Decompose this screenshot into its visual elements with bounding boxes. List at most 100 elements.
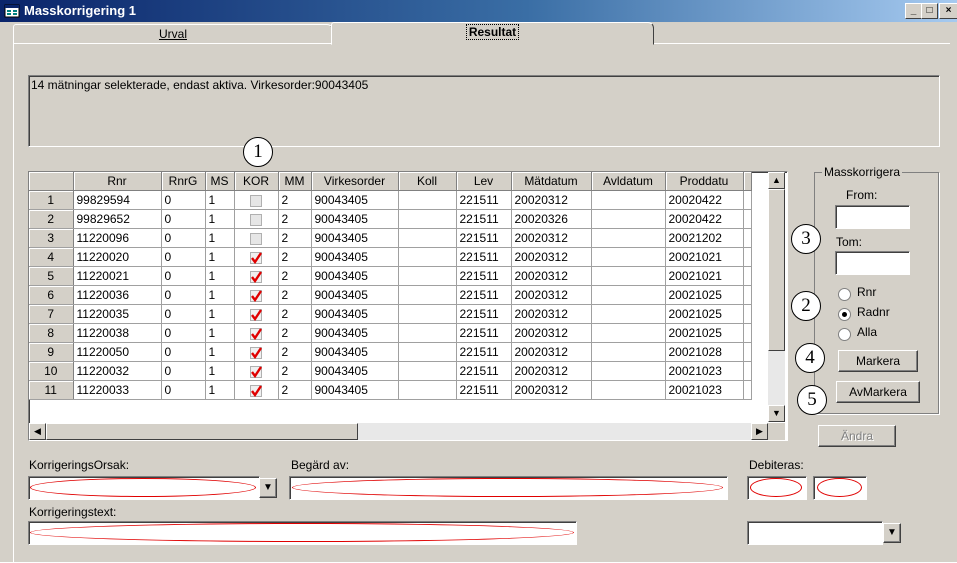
row-header[interactable]: 4	[29, 247, 74, 267]
checkmark-icon[interactable]	[250, 365, 262, 378]
cell-mat[interactable]: 20020312	[511, 247, 592, 267]
tab-resultat[interactable]: Resultat	[331, 22, 654, 45]
cell-mat[interactable]: 20020312	[511, 342, 592, 362]
tab-urval[interactable]: Urval	[13, 24, 333, 45]
row-header[interactable]: 3	[29, 228, 74, 248]
cell-ms[interactable]: 1	[205, 209, 235, 229]
table-row[interactable]: 1 99829594 0 1 2 90043405 221511 20020312 200204…	[29, 190, 752, 210]
column-header[interactable]: Lev	[456, 172, 512, 191]
cell-avl[interactable]	[591, 228, 666, 248]
cell-ms[interactable]: 1	[205, 380, 235, 400]
kor-cell[interactable]	[234, 285, 279, 305]
cell-koll[interactable]	[398, 304, 457, 324]
column-header[interactable]: Mätdatum	[511, 172, 592, 191]
kor-cell[interactable]	[234, 323, 279, 343]
cell-prod[interactable]: 20021021	[665, 247, 744, 267]
cell-mat[interactable]: 20020312	[511, 190, 592, 210]
cell-mat[interactable]: 20020312	[511, 304, 592, 324]
column-header[interactable]: MS	[205, 172, 235, 191]
cell-prod[interactable]: 20021023	[665, 380, 744, 400]
column-header[interactable]: KOR	[234, 172, 279, 191]
checkmark-icon[interactable]	[250, 251, 262, 264]
checkmark-icon[interactable]	[250, 289, 262, 302]
cell-rnrg[interactable]: 0	[161, 228, 206, 248]
title-bar[interactable]: Masskorrigering 1 _ □ ×	[0, 0, 957, 22]
cell-rnrg[interactable]: 0	[161, 190, 206, 210]
cell-mat[interactable]: 20020326	[511, 209, 592, 229]
cell-lev[interactable]: 221511	[456, 342, 512, 362]
cell-rnrg[interactable]: 0	[161, 285, 206, 305]
cell-prod[interactable]: 20021202	[665, 228, 744, 248]
cell-koll[interactable]	[398, 190, 457, 210]
column-header[interactable]: Proddatu	[665, 172, 744, 191]
cell-rnr[interactable]: 11220096	[73, 228, 162, 248]
kor-cell[interactable]	[234, 209, 279, 229]
cell-mat[interactable]: 20020312	[511, 361, 592, 381]
cell-koll[interactable]	[398, 228, 457, 248]
kor-cell[interactable]	[234, 247, 279, 267]
cell-rnr[interactable]: 99829652	[73, 209, 162, 229]
checkmark-icon[interactable]	[250, 346, 262, 359]
checkmark-icon[interactable]	[250, 327, 262, 340]
row-header[interactable]: 2	[29, 209, 74, 229]
cell-mm[interactable]: 2	[278, 361, 312, 381]
table-row[interactable]: 7 11220035 0 1 2 90043405 221511 20020312 200210…	[29, 304, 752, 324]
table-row[interactable]: 5 11220021 0 1 2 90043405 221511 20020312 200210…	[29, 266, 752, 286]
cell-vo[interactable]: 90043405	[311, 247, 399, 267]
horizontal-scroll-thumb[interactable]	[46, 423, 358, 440]
cell-lev[interactable]: 221511	[456, 380, 512, 400]
unchecked-box-icon[interactable]	[250, 213, 262, 226]
cell-koll[interactable]	[398, 380, 457, 400]
table-row[interactable]: 2 99829652 0 1 2 90043405 221511 20020326 200204…	[29, 209, 752, 229]
cell-rnr[interactable]: 11220033	[73, 380, 162, 400]
cell-rnrg[interactable]: 0	[161, 323, 206, 343]
kor-cell[interactable]	[234, 190, 279, 210]
cell-mm[interactable]: 2	[278, 190, 312, 210]
checkmark-icon[interactable]	[250, 270, 262, 283]
cell-rnr[interactable]: 11220032	[73, 361, 162, 381]
cell-koll[interactable]	[398, 266, 457, 286]
row-header[interactable]: 10	[29, 361, 74, 381]
tom-input[interactable]	[835, 251, 910, 275]
cell-ms[interactable]: 1	[205, 247, 235, 267]
vertical-scrollbar[interactable]: ▲ ▼	[768, 172, 785, 422]
scroll-right-icon[interactable]: ▶	[751, 423, 768, 440]
scroll-up-icon[interactable]: ▲	[768, 172, 785, 189]
cell-ms[interactable]: 1	[205, 304, 235, 324]
checkmark-icon[interactable]	[250, 308, 262, 321]
kor-cell[interactable]	[234, 361, 279, 381]
cell-ms[interactable]: 1	[205, 228, 235, 248]
cell-prod[interactable]: 20021025	[665, 304, 744, 324]
cell-avl[interactable]	[591, 247, 666, 267]
extra-select[interactable]	[747, 521, 883, 545]
cell-vo[interactable]: 90043405	[311, 361, 399, 381]
cell-ms[interactable]: 1	[205, 323, 235, 343]
from-input[interactable]	[835, 205, 910, 229]
cell-vo[interactable]: 90043405	[311, 266, 399, 286]
table-row[interactable]: 8 11220038 0 1 2 90043405 221511 20020312 200210…	[29, 323, 752, 343]
cell-rnr[interactable]: 11220035	[73, 304, 162, 324]
column-header[interactable]: MM	[278, 172, 312, 191]
row-header[interactable]: 8	[29, 323, 74, 343]
cell-mm[interactable]: 2	[278, 285, 312, 305]
kor-cell[interactable]	[234, 380, 279, 400]
cell-mm[interactable]: 2	[278, 209, 312, 229]
cell-prod[interactable]: 20021023	[665, 361, 744, 381]
cell-vo[interactable]: 90043405	[311, 190, 399, 210]
cell-avl[interactable]	[591, 361, 666, 381]
cell-lev[interactable]: 221511	[456, 285, 512, 305]
cell-lev[interactable]: 221511	[456, 361, 512, 381]
cell-vo[interactable]: 90043405	[311, 209, 399, 229]
cell-mm[interactable]: 2	[278, 266, 312, 286]
cell-rnr[interactable]: 11220050	[73, 342, 162, 362]
extra-dropdown-icon[interactable]: ▼	[883, 523, 901, 543]
cell-koll[interactable]	[398, 323, 457, 343]
cell-vo[interactable]: 90043405	[311, 285, 399, 305]
cell-koll[interactable]	[398, 209, 457, 229]
unchecked-box-icon[interactable]	[250, 194, 262, 207]
cell-lev[interactable]: 221511	[456, 323, 512, 343]
radio-alla[interactable]	[838, 328, 851, 341]
cell-mat[interactable]: 20020312	[511, 323, 592, 343]
row-header[interactable]: 5	[29, 266, 74, 286]
cell-koll[interactable]	[398, 247, 457, 267]
